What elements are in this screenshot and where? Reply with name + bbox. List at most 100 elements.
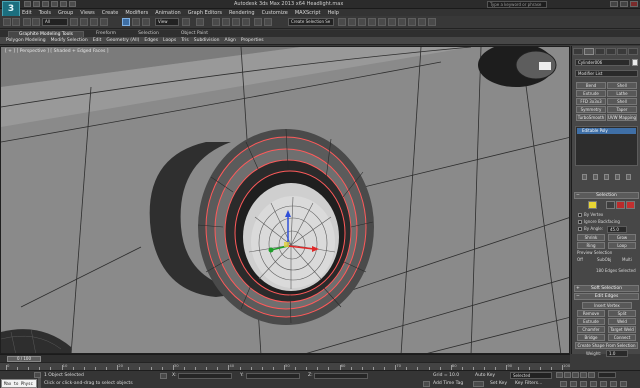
orbit-icon[interactable] <box>610 381 617 387</box>
ribbon-modify-selection[interactable]: Modify Selection <box>51 38 88 43</box>
object-color-swatch[interactable] <box>632 59 638 66</box>
rendered-frame-icon[interactable] <box>418 18 426 26</box>
z-coordinate-field[interactable] <box>314 373 368 379</box>
by-angle-spinner[interactable]: 45.0 <box>607 226 627 233</box>
pivot-center-icon[interactable] <box>182 18 190 26</box>
redo-icon[interactable] <box>60 1 67 7</box>
snaps-toggle-icon[interactable] <box>212 18 220 26</box>
graphite-toggle-icon[interactable] <box>368 18 376 26</box>
modifier-stack[interactable]: Editable Poly <box>575 126 638 166</box>
curve-editor-icon[interactable] <box>378 18 386 26</box>
vertex-mode-icon[interactable] <box>588 201 597 209</box>
close-icon[interactable] <box>630 1 638 7</box>
viewport-label[interactable]: [ + ] [ Perspective ] [ Shaded + Edged F… <box>5 49 109 54</box>
connect-button[interactable]: Connect <box>608 334 636 341</box>
soft-selection-rollout[interactable]: + Soft Selection <box>574 285 639 292</box>
menu-customize[interactable]: Customize <box>262 10 288 16</box>
modifier-taper-button[interactable]: Taper <box>607 106 637 113</box>
reference-coordinate-dropdown[interactable]: View <box>155 18 179 26</box>
named-selection-set-dropdown[interactable]: Create Selection Se <box>288 18 334 26</box>
search-input[interactable]: Type a keyword or phrase <box>487 1 547 8</box>
select-and-move-icon[interactable] <box>122 18 130 26</box>
ribbon-subdivision[interactable]: Subdivision <box>194 38 220 43</box>
edge-mode-icon[interactable] <box>606 201 615 209</box>
previous-frame-icon[interactable] <box>564 372 571 378</box>
stack-item-editable-poly[interactable]: Editable Poly <box>577 128 636 134</box>
select-link-icon[interactable] <box>23 18 31 26</box>
pan-view-icon[interactable] <box>600 381 607 387</box>
current-frame-field[interactable] <box>598 372 616 378</box>
selection-lock-icon[interactable] <box>34 372 41 378</box>
menu-modifiers[interactable]: Modifiers <box>125 10 148 16</box>
menu-edit[interactable]: Edit <box>22 10 32 16</box>
select-object-icon[interactable] <box>70 18 78 26</box>
remove-modifier-icon[interactable] <box>615 174 620 180</box>
polygon-mode-icon[interactable] <box>616 201 625 209</box>
y-coordinate-field[interactable] <box>246 373 300 379</box>
ribbon-edges[interactable]: Edges <box>144 38 158 43</box>
modifier-symmetry-button[interactable]: Symmetry <box>576 106 606 113</box>
ribbon-polygon-modeling[interactable]: Polygon Modeling <box>6 38 46 43</box>
element-mode-icon[interactable] <box>626 201 635 209</box>
modifier-list-dropdown[interactable]: Modifier List <box>575 70 638 77</box>
object-name-field[interactable]: Cylinder006 <box>575 59 630 66</box>
configure-sets-icon[interactable] <box>626 174 631 180</box>
ribbon-edit[interactable]: Edit <box>93 38 102 43</box>
schematic-view-icon[interactable] <box>388 18 396 26</box>
viewport-scene[interactable] <box>1 47 570 354</box>
edit-named-selection-icon[interactable] <box>254 18 262 26</box>
redo-button[interactable] <box>12 18 20 26</box>
go-to-start-icon[interactable] <box>556 372 563 378</box>
app-logo-icon[interactable]: 3 <box>2 1 20 17</box>
modifier-bend-button[interactable]: Bend <box>576 82 606 89</box>
weld-button[interactable]: Weld <box>608 318 636 325</box>
angle-snap-icon[interactable] <box>222 18 230 26</box>
ribbon-align[interactable]: Align <box>225 38 236 43</box>
modify-tab-icon[interactable] <box>584 48 594 55</box>
create-shape-button[interactable]: Create Shape From Selection <box>575 342 638 349</box>
percent-snap-icon[interactable] <box>232 18 240 26</box>
field-of-view-icon[interactable] <box>590 381 597 387</box>
motion-tab-icon[interactable] <box>606 48 616 55</box>
mirror-icon[interactable] <box>264 18 272 26</box>
preview-subobj-radio[interactable]: SubObj <box>597 257 611 262</box>
select-by-name-icon[interactable] <box>80 18 88 26</box>
time-tag-icon[interactable] <box>423 381 430 387</box>
ring-button[interactable]: Ring <box>577 242 605 249</box>
save-file-icon[interactable] <box>42 1 49 7</box>
menu-create[interactable]: Create <box>102 10 119 16</box>
chamfer-button[interactable]: Chamfer <box>577 326 605 333</box>
align-icon[interactable] <box>348 18 356 26</box>
menu-animation[interactable]: Animation <box>155 10 181 16</box>
spinner-snap-icon[interactable] <box>242 18 250 26</box>
split-button[interactable]: Split <box>608 310 636 317</box>
window-crossing-icon[interactable] <box>100 18 108 26</box>
open-file-icon[interactable] <box>33 1 40 7</box>
modifier-shell-button[interactable]: Shell <box>607 82 637 89</box>
add-time-tag-button[interactable]: Add Time Tag <box>433 381 463 386</box>
bridge-button[interactable]: Bridge <box>577 334 605 341</box>
maximize-viewport-icon[interactable] <box>620 381 627 387</box>
go-to-end-icon[interactable] <box>588 372 595 378</box>
set-key-button[interactable]: Set Key <box>490 381 507 386</box>
display-tab-icon[interactable] <box>617 48 627 55</box>
x-coordinate-field[interactable] <box>178 373 232 379</box>
menu-tools[interactable]: Tools <box>39 10 51 16</box>
mirror-tool-icon[interactable] <box>338 18 346 26</box>
zoom-all-icon[interactable] <box>570 381 577 387</box>
modifier-lathe-button[interactable]: Lathe <box>607 90 637 97</box>
key-mode-dropdown[interactable]: Selected <box>510 372 552 379</box>
menu-graph-editors[interactable]: Graph Editors <box>188 10 222 16</box>
edit-edges-rollout[interactable]: − Edit Edges <box>574 293 639 300</box>
target-weld-button[interactable]: Target Weld <box>608 326 636 333</box>
zoom-extents-icon[interactable] <box>580 381 587 387</box>
preview-off-radio[interactable]: Off <box>577 257 583 262</box>
menu-views[interactable]: Views <box>80 10 94 16</box>
selection-filter-dropdown[interactable]: All <box>42 18 68 26</box>
show-end-result-icon[interactable] <box>593 174 598 180</box>
menu-rendering[interactable]: Rendering <box>229 10 255 16</box>
utilities-tab-icon[interactable] <box>628 48 638 55</box>
loop-button[interactable]: Loop <box>608 242 636 249</box>
ribbon-geometry-all[interactable]: Geometry (All) <box>106 38 139 43</box>
time-slider[interactable]: 0 / 100 <box>0 354 570 362</box>
